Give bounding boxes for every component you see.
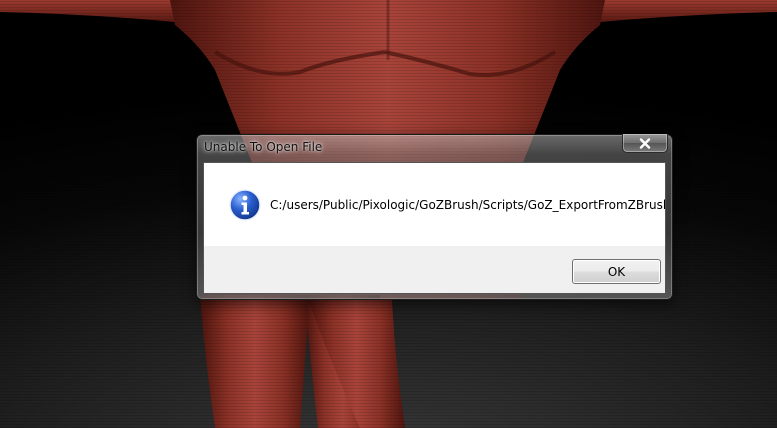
dialog-content: C:/users/Public/Pixologic/GoZBrush/Scrip… [203, 162, 666, 294]
ok-button[interactable]: OK [572, 259, 661, 284]
close-icon [639, 137, 651, 149]
close-button[interactable] [622, 134, 668, 153]
error-message: C:/users/Public/Pixologic/GoZBrush/Scrip… [270, 198, 666, 212]
dialog-title: Unable To Open File [204, 140, 323, 154]
message-area: C:/users/Public/Pixologic/GoZBrush/Scrip… [204, 163, 665, 246]
info-icon [229, 189, 261, 221]
error-dialog: Unable To Open File C:/users/Public/Pixo… [196, 134, 673, 300]
